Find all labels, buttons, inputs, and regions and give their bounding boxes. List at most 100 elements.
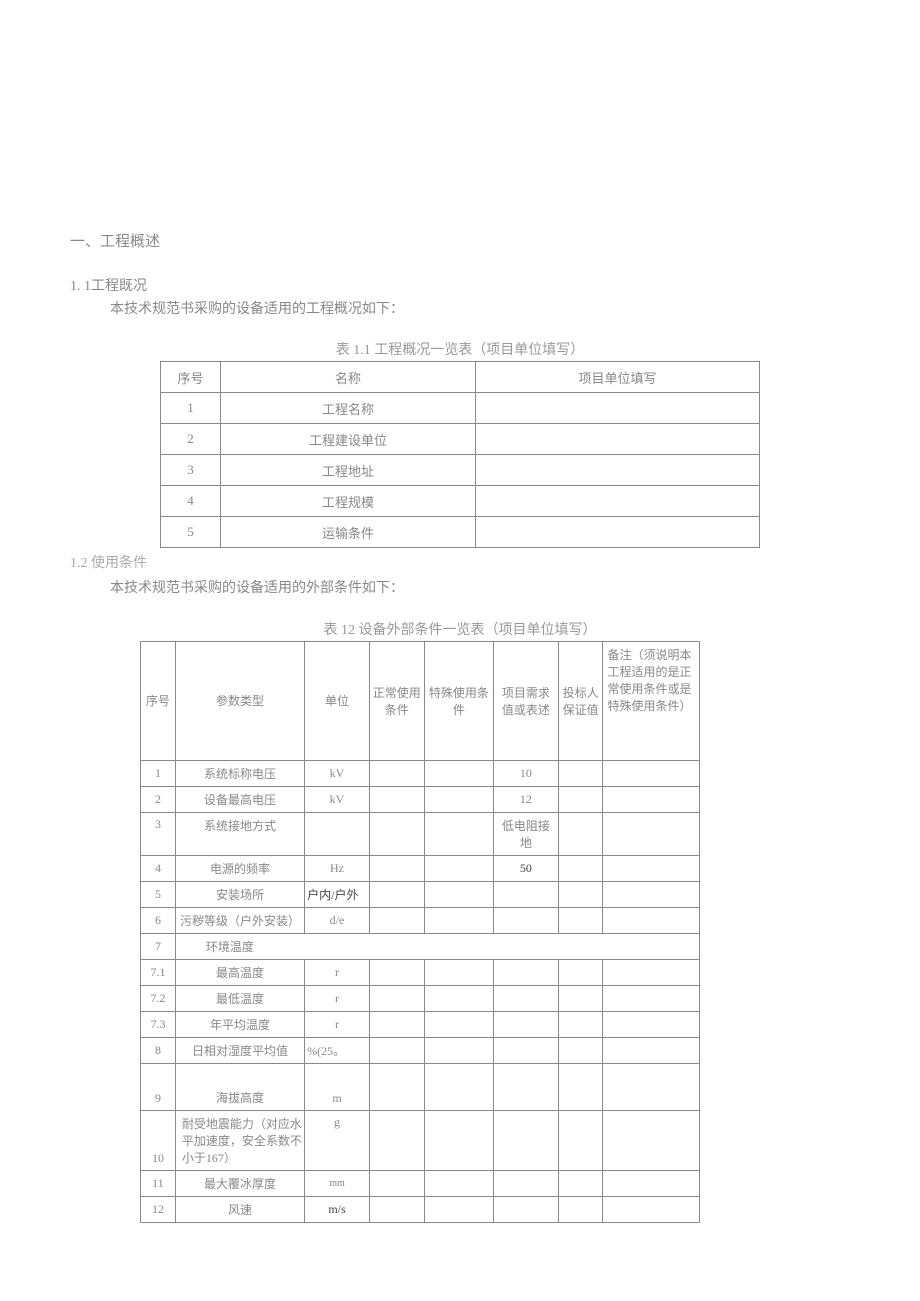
cell-name: 运输条件 (221, 517, 476, 548)
table-row: 10耐受地震能力（对应水平加速度，安全系数不小于167）g (141, 1110, 700, 1170)
cell-seq: 6 (141, 907, 176, 933)
cell-demand (494, 1170, 559, 1196)
cell-bid (558, 907, 603, 933)
cell-unit: mm (305, 1170, 370, 1196)
cell-bid (558, 881, 603, 907)
cell-remark (603, 855, 700, 881)
cell-normal (369, 786, 424, 812)
col-header-normal: 正常使用条件 (369, 641, 424, 760)
cell-normal (369, 1011, 424, 1037)
table-row: 1工程名称 (161, 393, 760, 424)
cell-special (424, 1170, 494, 1196)
table-row: 3系统接地方式低电阻接地 (141, 812, 700, 855)
cell-name: 工程名称 (221, 393, 476, 424)
cell-normal (369, 1196, 424, 1222)
col-header-name: 名称 (221, 362, 476, 393)
cell-remark (603, 786, 700, 812)
cell-seq: 3 (161, 455, 221, 486)
table-row: 12风速m/s (141, 1196, 700, 1222)
table-row: 8日相对湿度平均值%(25。 (141, 1037, 700, 1063)
cell-remark (603, 1037, 700, 1063)
cell-unit: r (305, 985, 370, 1011)
cell-normal (369, 1170, 424, 1196)
col-header-param: 参数类型 (175, 641, 304, 760)
cell-param: 海拔高度 (175, 1063, 304, 1110)
col-header-seq: 序号 (141, 641, 176, 760)
cell-normal (369, 985, 424, 1011)
cell-remark (603, 1110, 700, 1170)
cell-normal (369, 1037, 424, 1063)
cell-param: 最大覆冰厚度 (175, 1170, 304, 1196)
table-row: 7.3年平均温度r (141, 1011, 700, 1037)
cell-seq: 1 (141, 760, 176, 786)
cell-unit: %(25。 (305, 1037, 370, 1063)
col-header-seq: 序号 (161, 362, 221, 393)
cell-param: 风速 (175, 1196, 304, 1222)
cell-demand (494, 1063, 559, 1110)
cell-remark (603, 881, 700, 907)
cell-param: 耐受地震能力（对应水平加速度，安全系数不小于167） (175, 1110, 304, 1170)
cell-demand (494, 907, 559, 933)
cell-demand (494, 985, 559, 1011)
cell-param: 最高温度 (175, 959, 304, 985)
col-header-demand: 项目需求值或表述 (494, 641, 559, 760)
cell-bid (558, 1037, 603, 1063)
subsection-1-1-heading: 1. 1工程既况 (70, 275, 850, 295)
cell-remark (603, 760, 700, 786)
cell-special (424, 881, 494, 907)
cell-unit (305, 812, 370, 855)
table-row: 7.1最高温度r (141, 959, 700, 985)
cell-seq: 7 (141, 933, 176, 959)
cell-special (424, 786, 494, 812)
table-row: 4工程规模 (161, 486, 760, 517)
cell-param: 系统接地方式 (175, 812, 304, 855)
cell-special (424, 907, 494, 933)
cell-seq: 11 (141, 1170, 176, 1196)
cell-unit: r (305, 959, 370, 985)
cell-special (424, 959, 494, 985)
table-row: 5运输条件 (161, 517, 760, 548)
cell-special (424, 1196, 494, 1222)
table-row: 2设备最高电压kV12 (141, 786, 700, 812)
table-1-2-caption: 表 12 设备外部条件一览表（项目单位填写） (70, 619, 850, 639)
table-1-1: 序号 名称 项目单位填写 1工程名称 2工程建设单位 3工程地址 4工程规模 5… (160, 361, 760, 548)
cell-demand (494, 959, 559, 985)
cell-bid (558, 760, 603, 786)
cell-remark (603, 959, 700, 985)
cell-normal (369, 907, 424, 933)
cell-remark (603, 1170, 700, 1196)
cell-unit: m (305, 1063, 370, 1110)
cell-demand (494, 1196, 559, 1222)
cell-special (424, 1110, 494, 1170)
col-header-value: 项目单位填写 (476, 362, 760, 393)
cell-unit: d/e (305, 907, 370, 933)
table-row: 6污秽等级（户外安装）d/e (141, 907, 700, 933)
cell-normal (369, 855, 424, 881)
document-page: 一、工程概述 1. 1工程既况 本技术规范书采购的设备适用的工程概况如下： 表 … (0, 0, 920, 1223)
cell-unit: r (305, 1011, 370, 1037)
cell-remark (603, 812, 700, 855)
cell-seq: 12 (141, 1196, 176, 1222)
cell-normal (369, 959, 424, 985)
table-row: 7环境温度 (141, 933, 700, 959)
cell-demand (494, 881, 559, 907)
cell-bid (558, 786, 603, 812)
cell-param: 环境温度 (175, 933, 699, 959)
col-header-special: 特殊使用条件 (424, 641, 494, 760)
table-1-1-caption: 表 1.1 工程概况一览表（项目单位填写） (70, 339, 850, 359)
cell-param: 日相对湿度平均值 (175, 1037, 304, 1063)
cell-normal (369, 760, 424, 786)
cell-seq: 7.1 (141, 959, 176, 985)
cell-normal (369, 1063, 424, 1110)
table-header-row: 序号 参数类型 单位 正常使用条件 特殊使用条件 项目需求值或表述 投标人保证值… (141, 641, 700, 760)
cell-param: 系统标称电压 (175, 760, 304, 786)
cell-remark (603, 985, 700, 1011)
cell-seq: 5 (141, 881, 176, 907)
cell-val (476, 455, 760, 486)
cell-unit: m/s (305, 1196, 370, 1222)
cell-param: 年平均温度 (175, 1011, 304, 1037)
cell-name: 工程地址 (221, 455, 476, 486)
cell-param: 污秽等级（户外安装） (175, 907, 304, 933)
table-row: 11最大覆冰厚度mm (141, 1170, 700, 1196)
cell-unit: g (305, 1110, 370, 1170)
